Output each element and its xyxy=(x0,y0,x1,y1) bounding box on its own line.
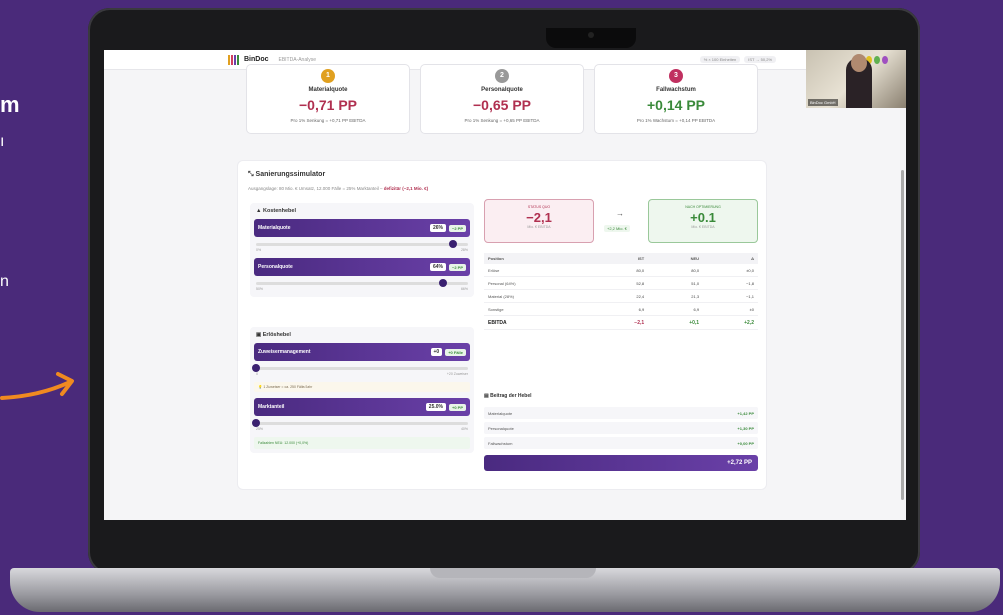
slider-max: 40% xyxy=(460,427,468,431)
slider-knob[interactable] xyxy=(438,279,447,287)
zuweiser-hint: 💡 1 Zuweiser = ca. 250 Fälle/Jahr xyxy=(254,382,470,392)
column-header: Position xyxy=(484,253,594,264)
column-header: IST xyxy=(593,253,649,264)
camera-notch xyxy=(546,28,636,48)
slider-min: 25% xyxy=(256,427,264,431)
markt-slider[interactable] xyxy=(252,419,468,427)
kpi-title: Fallwachstum xyxy=(656,87,696,93)
table-row: Sonstige 6,9 6,9 ±0 xyxy=(484,302,758,316)
contribution-row: Fallwachstum +0,00 PP xyxy=(484,437,758,449)
revenue-lever-header: ▣ Erlöshebel xyxy=(256,332,291,338)
cost-lever-header: ▲ Kostenhebel xyxy=(256,208,296,214)
optimized-label: NACH OPTIMIERUNG xyxy=(685,205,721,209)
optimized-unit: Mio. € EBITDA xyxy=(691,225,715,229)
webcam-label: BinDoc GmbH xyxy=(808,99,838,106)
slider-knob[interactable] xyxy=(252,419,260,427)
simulator-title: ⤡ Sanierungssimulator xyxy=(248,171,326,178)
vertical-scrollbar[interactable] xyxy=(901,170,904,500)
breadcrumb[interactable]: EBITDA-Analyse xyxy=(279,57,317,63)
slide-title-fragment: m xyxy=(0,92,20,117)
kpi-number-badge: 2 xyxy=(495,69,509,83)
contribution-row: Personalquote +1,30 PP xyxy=(484,422,758,434)
material-slider[interactable] xyxy=(256,240,468,248)
slide-text-fragment: ı xyxy=(0,133,5,150)
kpi-value: −0,71 PP xyxy=(299,97,357,113)
laptop-base xyxy=(10,568,1000,612)
revenue-lever-box: ▣ Erlöshebel Zuweisermanagement +0 +0 Fä… xyxy=(250,327,474,453)
zuweiser-slider[interactable] xyxy=(252,364,468,372)
app-screen: BinDoc EBITDA-Analyse % × 100 Einheiten … xyxy=(104,50,906,520)
kpi-row: 1 Materialquote −0,71 PP Pro 1% Senkung … xyxy=(246,64,758,134)
slider-max: 66% xyxy=(460,287,468,291)
simulator-panel: ⤡ Sanierungssimulator Ausgangslage: 80 M… xyxy=(237,160,767,490)
material-value: 26% xyxy=(429,224,446,232)
status-quo-value: −2,1 xyxy=(526,210,552,225)
kpi-card: 1 Materialquote −0,71 PP Pro 1% Senkung … xyxy=(246,64,410,134)
contribution-row: Materialquote +1,42 PP xyxy=(484,407,758,419)
kpi-value: +0,14 PP xyxy=(647,97,705,113)
slider-max: +20 Zuweiser xyxy=(446,372,468,376)
kpi-subtext: Pro 1% Senkung = +0,65 PP EBITDA xyxy=(464,118,540,123)
slider-min: 0% xyxy=(256,248,262,252)
arrow-right-icon: → xyxy=(616,209,624,218)
personal-delta: −2 PP xyxy=(448,263,466,271)
brand-name: BinDoc xyxy=(244,56,269,63)
slider-knob[interactable] xyxy=(252,364,260,372)
status-quo-unit: Mio. € EBITDA xyxy=(527,225,551,229)
kpi-card: 3 Fallwachstum +0,14 PP Pro 1% Wachstum … xyxy=(594,64,758,134)
status-quo-label: STATUS QUO xyxy=(527,205,551,209)
kpi-value: −0,65 PP xyxy=(473,97,531,113)
zuweiser-delta: +0 Fälle xyxy=(445,348,466,356)
kpi-card: 2 Personalquote −0,65 PP Pro 1% Senkung … xyxy=(420,64,584,134)
table-row: Erlöse 80,0 80,0 ±0,0 xyxy=(484,264,758,277)
slider-knob[interactable] xyxy=(449,240,458,248)
contribution-title: ▤ Beitrag der Hebel xyxy=(484,393,532,399)
slider-max: 28% xyxy=(460,248,468,252)
column-header: Δ xyxy=(703,253,758,264)
table-row: Material (28%) 22,4 21,3 −1,1 xyxy=(484,289,758,303)
kpi-subtext: Pro 1% Senkung = +0,71 PP EBITDA xyxy=(290,118,366,123)
personal-slider[interactable] xyxy=(256,279,468,287)
kpi-title: Materialquote xyxy=(308,87,348,93)
info-pill[interactable]: IST → 50,2% xyxy=(744,56,776,63)
zuweiser-lever[interactable]: Zuweisermanagement +0 +0 Fälle xyxy=(254,343,470,361)
personal-lever[interactable]: Personalquote 64% −2 PP xyxy=(254,258,470,276)
material-delta: −2 PP xyxy=(448,224,466,232)
markt-lever[interactable]: Marktanteil 25.0% +0 PP xyxy=(254,398,470,416)
personal-value: 64% xyxy=(429,263,446,271)
table-total-row: EBITDA −2,1 +0,1 +2,2 xyxy=(484,315,758,330)
simulator-subtitle: Ausgangslage: 80 Mio. € Umsatz, 12.000 F… xyxy=(248,186,429,191)
kpi-subtext: Pro 1% Wachstum = +0,14 PP EBITDA xyxy=(636,118,716,123)
kpi-title: Personalquote xyxy=(481,87,523,93)
slide-text-fragment: n xyxy=(0,273,9,290)
contribution-total: +2,72 PP xyxy=(484,455,758,471)
optimized-value: +0.1 xyxy=(690,210,716,225)
bindoc-logo-icon xyxy=(228,54,239,65)
orange-arrow-icon xyxy=(0,372,74,400)
status-quo-card: STATUS QUO −2,1 Mio. € EBITDA xyxy=(484,199,594,243)
kpi-number-badge: 3 xyxy=(669,69,683,83)
comparison-table: Position IST NEU Δ Erlöse 80,0 80,0 ±0,0 Pe… xyxy=(484,253,758,330)
slider-min: 0 xyxy=(256,372,258,376)
fallzahlen-result: Fallzahlen NEU: 12.000 (+0,0%) xyxy=(254,437,470,449)
kpi-number-badge: 1 xyxy=(321,69,335,83)
slider-min: 50% xyxy=(256,287,264,291)
optimized-card: NACH OPTIMIERUNG +0.1 Mio. € EBITDA xyxy=(648,199,758,243)
webcam-overlay: BinDoc GmbH xyxy=(806,50,906,108)
material-lever[interactable]: Materialquote 26% −2 PP xyxy=(254,219,470,237)
improvement-badge: +2,2 Mio. € xyxy=(604,225,630,232)
cost-lever-box: ▲ Kostenhebel Materialquote 26% −2 PP 0%… xyxy=(250,203,474,297)
info-pill[interactable]: % × 100 Einheiten xyxy=(699,56,741,63)
column-header: NEU xyxy=(648,253,704,264)
markt-delta: +0 PP xyxy=(448,403,466,411)
markt-value: 25.0% xyxy=(425,403,446,411)
table-row: Personal (64%) 52,8 51,0 −1,8 xyxy=(484,276,758,290)
zuweiser-value: +0 xyxy=(430,348,443,356)
